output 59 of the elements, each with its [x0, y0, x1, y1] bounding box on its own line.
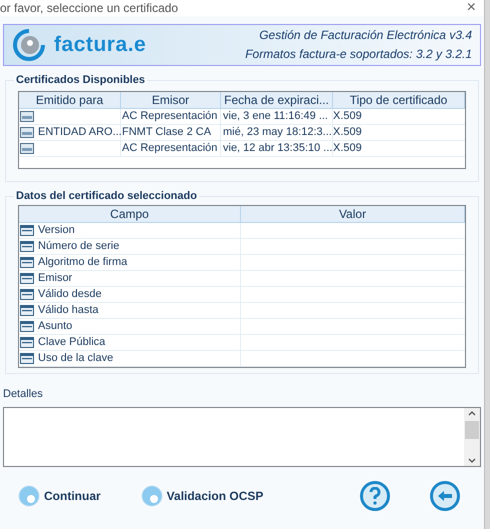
table-cell: AC Representación: [122, 110, 218, 122]
certificate-row[interactable]: AC Representación vie, 3 ene 11:16:49 ... X.509: [19, 108, 465, 124]
certificate-icon: [20, 142, 34, 154]
logo-text: factura.e: [54, 32, 146, 58]
field-icon: [20, 320, 34, 332]
help-button[interactable]: [360, 480, 390, 510]
section-title: Certificados Disponibles: [15, 73, 146, 88]
table-cell: ENTIDAD ARO...: [38, 124, 122, 140]
column-header[interactable]: Emitido para: [19, 92, 121, 108]
table-cell: Uso de la clave: [38, 350, 114, 366]
radio-button[interactable]: Validacion OCSP: [140, 484, 264, 506]
table-cell: AC Representación: [122, 142, 218, 154]
table-cell: X.509: [333, 110, 362, 122]
table-cell: vie, 12 abr 13:35:10 ...: [223, 142, 332, 154]
column-header[interactable]: Valor: [241, 206, 465, 222]
scroll-up-icon[interactable]: [468, 410, 476, 416]
banner-subtitle: Formatos factura-e soportados: 3.2 y 3.2.1: [245, 46, 472, 63]
certificate-icon: [20, 126, 34, 138]
column-header[interactable]: Fecha de expiraci...: [221, 92, 333, 108]
table-cell: Algoritmo de firma: [38, 254, 128, 270]
field-icon: [20, 256, 34, 268]
certificate-row[interactable]: ENTIDAD ARO...FNMT Clase 2 CA mié, 23 may 18:12:3...X.509: [19, 124, 465, 140]
certificate-row[interactable]: AC Representación vie, 12 abr 13:35:10 ...X.509: [19, 140, 465, 156]
scroll-down-icon[interactable]: [468, 458, 476, 464]
left-arrow-icon: [437, 490, 453, 502]
table-cell: mié, 23 may 18:12:3...: [223, 126, 332, 138]
field-icon: [20, 304, 34, 316]
question-mark-icon: [369, 486, 381, 504]
radio-button[interactable]: Continuar: [18, 484, 101, 506]
column-header[interactable]: Campo: [19, 206, 241, 222]
table-cell: Válido desde: [38, 286, 102, 302]
table-cell: FNMT Clase 2 CA: [122, 126, 212, 138]
table-cell: X.509: [333, 126, 362, 138]
table-cell: Asunto: [38, 318, 72, 334]
table-cell: Clave Pública: [38, 334, 106, 350]
table-cell: Número de serie: [38, 238, 120, 254]
window-title: or favor, seleccione un certificado: [0, 0, 178, 17]
field-icon: [20, 272, 34, 284]
details-label: Detalles: [3, 387, 44, 402]
field-icon: [20, 240, 34, 252]
field-icon: [20, 336, 34, 348]
banner-title: Gestión de Facturación Electrónica v3.4: [259, 27, 472, 44]
table-cell: Válido hasta: [38, 302, 99, 318]
logo-icon: [12, 28, 46, 62]
certificate-icon: [20, 110, 34, 122]
back-button[interactable]: [430, 480, 460, 510]
table-cell: Version: [38, 222, 75, 238]
column-header[interactable]: Emisor: [121, 92, 221, 108]
table-cell: X.509: [333, 142, 362, 154]
field-icon: [20, 288, 34, 300]
close-button[interactable]: ×: [466, 0, 476, 16]
column-header[interactable]: Tipo de certificado: [333, 92, 465, 108]
table-cell: Emisor: [38, 270, 72, 286]
section-title: Datos del certificado seleccionado: [15, 189, 198, 204]
details-text-area[interactable]: [3, 406, 481, 466]
field-icon: [20, 352, 34, 364]
table-cell: vie, 3 ene 11:16:49 ...: [223, 110, 328, 122]
scrollbar[interactable]: [464, 408, 480, 466]
field-icon: [20, 224, 34, 236]
